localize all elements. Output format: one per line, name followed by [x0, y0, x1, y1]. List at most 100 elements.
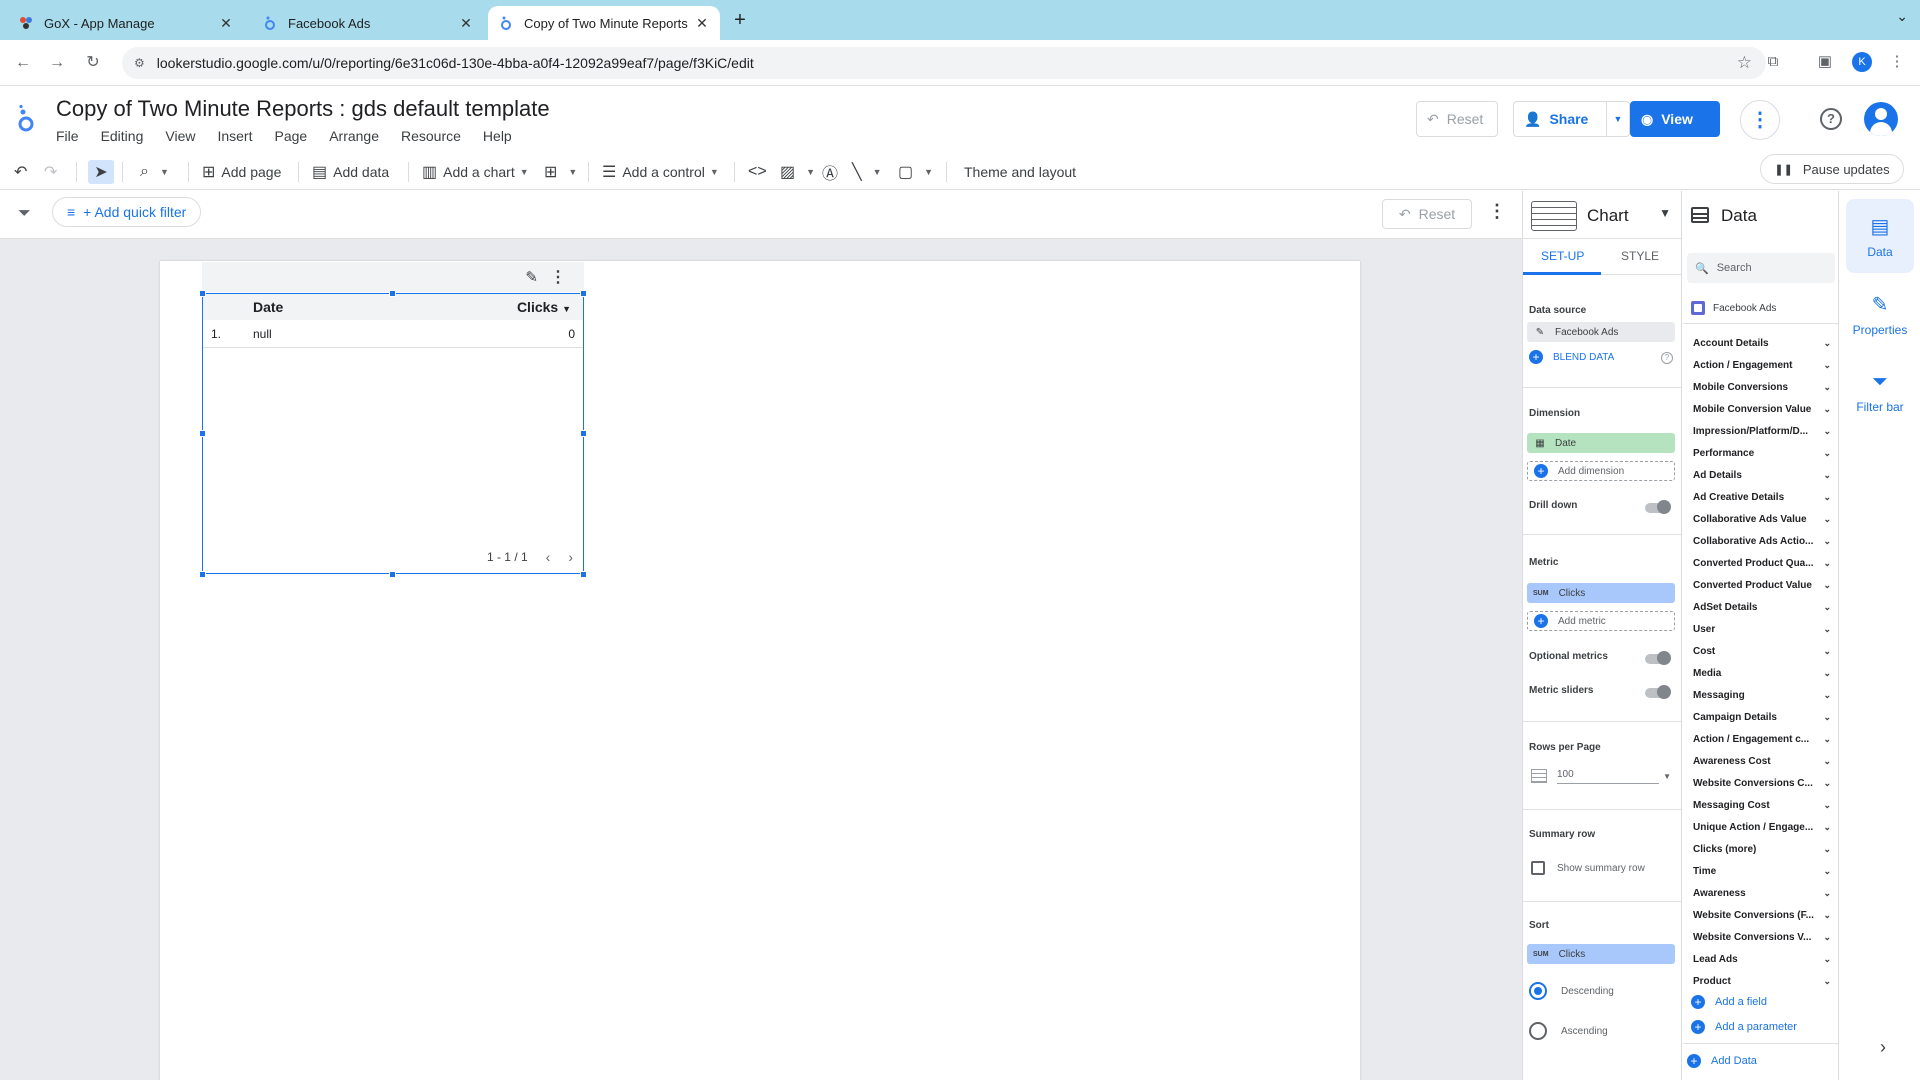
previous-page-icon[interactable]: ‹ — [546, 549, 551, 565]
browser-tab-gox[interactable]: GoX - App Manage ✕ — [8, 6, 244, 40]
collapse-chevron-icon[interactable]: › — [1880, 1037, 1886, 1058]
select-pointer-icon[interactable]: ➤ — [88, 160, 114, 184]
field-group[interactable]: Account Details ⌄ — [1683, 332, 1838, 354]
report-canvas[interactable]: ✎ ⋮ Date Clicks ▼ 1. null 0 1 - 1 / 1 ‹ … — [0, 239, 1522, 1080]
image-button[interactable]: ▨ ▼ — [780, 160, 815, 184]
report-title[interactable]: Copy of Two Minute Reports : gds default… — [56, 96, 550, 122]
resize-handle[interactable] — [580, 571, 587, 578]
url-bar[interactable]: ⚙ lookerstudio.google.com/u/0/reporting/… — [122, 47, 1766, 79]
side-panel-icon[interactable]: ▣ — [1814, 51, 1836, 73]
field-group[interactable]: Ad Creative Details ⌄ — [1683, 486, 1838, 508]
add-data-link[interactable]: + Add Data — [1687, 1054, 1757, 1068]
filterbar-more-icon[interactable]: ⋮ — [1488, 201, 1506, 222]
aggregation-label[interactable]: SUM — [1533, 951, 1549, 958]
more-options-icon[interactable]: ⋮ — [1740, 100, 1780, 140]
next-page-icon[interactable]: › — [568, 549, 573, 565]
tab-setup[interactable]: SET-UP — [1541, 249, 1584, 263]
dimension-pill-date[interactable]: ▦ Date — [1527, 433, 1675, 453]
pencil-edit-icon[interactable]: ✎ — [525, 268, 538, 286]
data-source-entry[interactable]: Facebook Ads — [1691, 301, 1776, 315]
field-group[interactable]: Action / Engagement c... ⌄ — [1683, 728, 1838, 750]
show-summary-row-checkbox[interactable]: Show summary row — [1531, 861, 1645, 875]
field-group[interactable]: User ⌄ — [1683, 618, 1838, 640]
menu-file[interactable]: File — [56, 128, 79, 144]
view-button[interactable]: ◉ View — [1630, 101, 1720, 137]
resize-handle[interactable] — [389, 290, 396, 297]
field-group[interactable]: Unique Action / Engage... ⌄ — [1683, 816, 1838, 838]
pencil-edit-icon[interactable]: ✎ — [1533, 327, 1547, 338]
add-quick-filter-button[interactable]: ≡ + Add quick filter — [52, 197, 202, 227]
rail-filter-bar-button[interactable]: ⏷ Filter bar — [1846, 355, 1914, 429]
field-group[interactable]: Collaborative Ads Actio... ⌄ — [1683, 530, 1838, 552]
community-visualizations-button[interactable]: ⊞ ▼ — [544, 160, 577, 184]
sort-pill-clicks[interactable]: SUM Clicks — [1527, 944, 1675, 964]
menu-page[interactable]: Page — [274, 128, 307, 144]
field-group[interactable]: Cost ⌄ — [1683, 640, 1838, 662]
browser-profile-avatar[interactable]: K — [1852, 52, 1872, 72]
data-source-pill[interactable]: ✎ Facebook Ads — [1527, 322, 1675, 342]
field-group[interactable]: Mobile Conversions ⌄ — [1683, 376, 1838, 398]
line-button[interactable]: ╲ ▼ — [852, 160, 882, 184]
column-header-clicks[interactable]: Clicks ▼ — [517, 299, 571, 315]
field-group[interactable]: Website Conversions V... ⌄ — [1683, 926, 1838, 948]
field-group[interactable]: Converted Product Qua... ⌄ — [1683, 552, 1838, 574]
field-group[interactable]: Campaign Details ⌄ — [1683, 706, 1838, 728]
help-icon[interactable]: ? — [1820, 108, 1842, 130]
ascending-radio[interactable]: Ascending — [1529, 1022, 1608, 1040]
field-group[interactable]: AdSet Details ⌄ — [1683, 596, 1838, 618]
chart-type-selector[interactable]: Chart ▼ — [1523, 191, 1681, 239]
filterbar-reset-button[interactable]: ↶ Reset — [1382, 199, 1472, 229]
metric-sliders-toggle[interactable] — [1645, 685, 1671, 699]
bookmark-star-icon[interactable]: ☆ — [1737, 53, 1752, 73]
field-group[interactable]: Awareness Cost ⌄ — [1683, 750, 1838, 772]
add-dimension-button[interactable]: + Add dimension — [1527, 461, 1675, 481]
field-group[interactable]: Clicks (more) ⌄ — [1683, 838, 1838, 860]
redo-icon[interactable]: ↷ — [44, 160, 63, 184]
resize-handle[interactable] — [389, 571, 396, 578]
resize-handle[interactable] — [580, 430, 587, 437]
field-group[interactable]: Media ⌄ — [1683, 662, 1838, 684]
field-group[interactable]: Mobile Conversion Value ⌄ — [1683, 398, 1838, 420]
account-avatar[interactable] — [1864, 102, 1898, 136]
rail-data-button[interactable]: ▤ Data — [1846, 199, 1914, 273]
resize-handle[interactable] — [199, 290, 206, 297]
blend-data-button[interactable]: + BLEND DATA — [1529, 350, 1614, 364]
add-field-button[interactable]: + Add a field — [1691, 995, 1767, 1009]
field-group[interactable]: Impression/Platform/D... ⌄ — [1683, 420, 1838, 442]
browser-tab-facebook-ads[interactable]: Facebook Ads ✕ — [252, 6, 484, 40]
menu-resource[interactable]: Resource — [401, 128, 461, 144]
zoom-button[interactable]: ⌕ ▼ — [140, 160, 169, 184]
filter-funnel-icon[interactable]: ⏷ — [18, 205, 31, 223]
field-group[interactable]: Website Conversions C... ⌄ — [1683, 772, 1838, 794]
resize-handle[interactable] — [580, 290, 587, 297]
field-group[interactable]: Awareness ⌄ — [1683, 882, 1838, 904]
chart-more-icon[interactable]: ⋮ — [550, 267, 566, 287]
close-tab-icon[interactable]: ✕ — [218, 15, 234, 32]
site-info-icon[interactable]: ⚙ — [134, 56, 145, 70]
looker-studio-logo-icon[interactable] — [16, 104, 36, 134]
share-dropdown-button[interactable]: ▼ — [1606, 101, 1630, 137]
add-control-button[interactable]: ☰ Add a control ▼ — [602, 160, 719, 184]
optional-metrics-toggle[interactable] — [1645, 651, 1671, 665]
field-group[interactable]: Performance ⌄ — [1683, 442, 1838, 464]
table-chart[interactable]: Date Clicks ▼ 1. null 0 1 - 1 / 1 ‹ › — [202, 293, 584, 574]
menu-help[interactable]: Help — [483, 128, 512, 144]
share-button[interactable]: 👤 Share — [1513, 101, 1607, 137]
field-group[interactable]: Messaging ⌄ — [1683, 684, 1838, 706]
shape-button[interactable]: ▢ ▼ — [898, 160, 933, 184]
theme-and-layout-button[interactable]: Theme and layout — [964, 160, 1076, 184]
rows-per-page-select[interactable]: 100 ▼ — [1531, 765, 1671, 787]
new-tab-button[interactable]: + — [728, 8, 752, 32]
descending-radio[interactable]: Descending — [1529, 982, 1614, 1000]
menu-insert[interactable]: Insert — [217, 128, 252, 144]
pause-updates-button[interactable]: ❚❚ Pause updates — [1760, 154, 1904, 184]
add-metric-button[interactable]: + Add metric — [1527, 611, 1675, 631]
column-header-date[interactable]: Date — [253, 299, 283, 315]
rail-properties-button[interactable]: ✎ Properties — [1846, 277, 1914, 351]
field-group[interactable]: Ad Details ⌄ — [1683, 464, 1838, 486]
text-box-icon[interactable]: Ⓐ — [822, 160, 844, 184]
add-parameter-button[interactable]: + Add a parameter — [1691, 1020, 1797, 1034]
resize-handle[interactable] — [199, 571, 206, 578]
field-search-input[interactable]: 🔍 Search — [1687, 253, 1835, 283]
embed-code-icon[interactable]: <> — [748, 160, 773, 184]
